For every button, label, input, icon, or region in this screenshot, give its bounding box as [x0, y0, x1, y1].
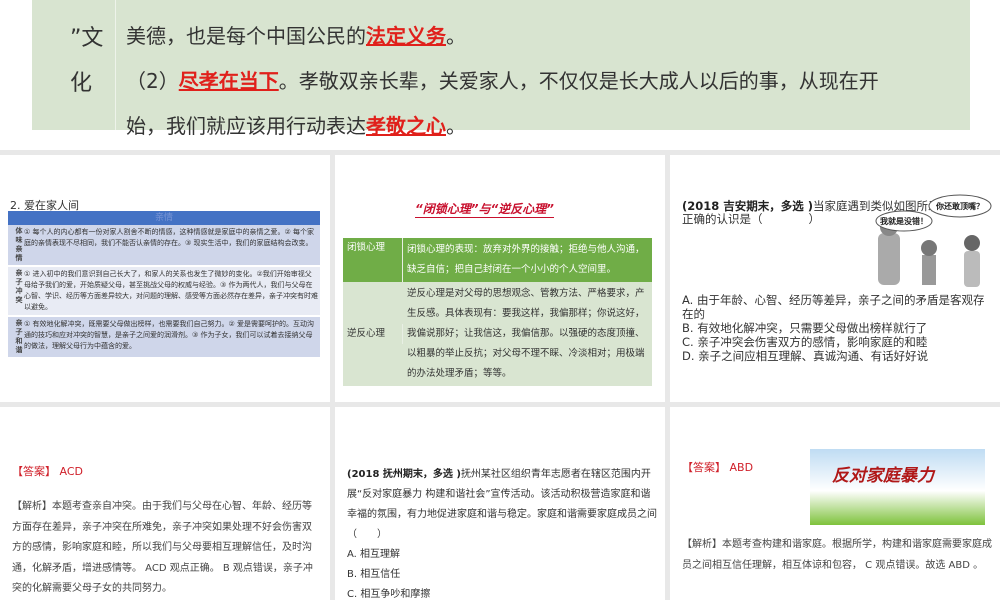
text-line: （2）尽孝在当下。孝敬双亲长辈，关爱家人，不仅仅是长大成人以后的事，从现在开 [126, 59, 970, 104]
table-header: 亲情 [8, 211, 320, 225]
slide-thumbnail-3[interactable]: “闭锁心理”与“逆反心理” 闭锁心理 闭锁心理的表现：放弃对外界的接触；拒绝与他人… [335, 155, 665, 402]
row-desc: 逆反心理是对父母的思想观念、管教方法、严格要求，产生反感。具体表现有：要我这样，… [407, 288, 645, 379]
question-source: (2018 吉安期末，多选 ) [682, 199, 814, 213]
row-key: 亲子和谐 [15, 319, 23, 355]
text: 美德，也是每个中国公民的 [126, 24, 366, 48]
mother-figure [964, 251, 980, 287]
option: D. 亲子之间应相互理解、真诚沟通、有话好好说 [682, 349, 929, 363]
row-name: 逆反心理 [343, 324, 403, 344]
table-row: 闭锁心理 闭锁心理的表现：放弃对外界的接触；拒绝与他人沟通，缺乏自信；把自己封闭在… [343, 238, 652, 282]
psychology-table: 闭锁心理 闭锁心理的表现：放弃对外界的接触；拒绝与他人沟通，缺乏自信；把自己封闭在… [343, 238, 652, 386]
answer-label: 【答案】 ACD [12, 465, 83, 478]
highlight: 尽孝在当下 [178, 69, 279, 93]
row-key: 亲子冲突 [15, 269, 23, 305]
question-source: (2018 抚州期末，多选 ) [347, 469, 461, 480]
table-row: 体味亲情 ① 每个人的内心都有一份对家人割舍不断的情感，这种情感就是家庭中的亲情之… [8, 225, 320, 267]
table-row: 亲子和谐 ① 有效地化解冲突，既需要父母做出榜样，也需要我们自己努力。② 爱是需要… [8, 317, 320, 359]
row-text: ① 每个人的内心都有一份对家人割舍不断的情感，这种情感就是家庭中的亲情之爱。② … [24, 228, 314, 247]
father-figure [878, 233, 900, 285]
text: 始，我们就应该用行动表达 [126, 114, 366, 138]
label-line: 化 [70, 71, 93, 96]
options-list: A. 由于年龄、心智、经历等差异，亲子之间的矛盾是客观存在的 B. 有效地化解冲… [682, 293, 992, 363]
highlight: 法定义务 [366, 24, 446, 48]
row-name: 闭锁心理 [343, 238, 403, 282]
option: A. 相互理解 [347, 549, 401, 560]
table-row: 亲子冲突 ① 进入初中的我们意识到自己长大了，和家人的关系也发生了微妙的变化。②我… [8, 267, 320, 317]
option: C. 相互争吵和摩擦 [347, 589, 431, 600]
row-key: 体味亲情 [15, 227, 23, 263]
mother-head [964, 235, 980, 251]
option: B. 有效地化解冲突，只需要父母做出榜样就行了 [682, 321, 928, 335]
row-desc: 闭锁心理的表现：放弃对外界的接触；拒绝与他人沟通，缺乏自信；把自己封闭在一个小小… [407, 244, 645, 275]
highlight: 孝敬之心 [366, 114, 446, 138]
speech-bubble-father: 你还敢顶嘴？ [935, 201, 984, 211]
table-label-cell: ”文化 [32, 0, 116, 130]
row-text: ① 有效地化解冲突，既需要父母做出榜样，也需要我们自己努力。② 爱是需要呵护的。… [24, 320, 314, 350]
label-line: ”文 [70, 26, 104, 51]
text: 。 [446, 24, 466, 48]
family-love-table: 亲情 体味亲情 ① 每个人的内心都有一份对家人割舍不断的情感，这种情感就是家庭中的… [8, 211, 320, 359]
slide-title: “闭锁心理”与“逆反心理” [415, 202, 554, 218]
slide-thumbnail-7[interactable]: 【答案】 ABD 反对家庭暴力 【解析】本题考查构建和谐家庭。根据所学，构建和谐… [670, 407, 1000, 600]
slide-thumbnail-5[interactable]: 【答案】 ACD 【解析】本题考查亲自冲突。由于我们与父母在心智、年龄、经历等方… [0, 407, 330, 600]
slide-thumbnail-2[interactable]: 2. 爱在家人间 亲情 体味亲情 ① 每个人的内心都有一份对家人割舍不断的情感，这… [0, 155, 330, 402]
table-content-cell: 美德，也是每个中国公民的法定义务。 （2）尽孝在当下。孝敬双亲长辈，关爱家人，不… [116, 0, 970, 138]
speech-bubble-child: 我就是没错！ [880, 216, 928, 226]
slide-thumbnail-6[interactable]: (2018 抚州期末，多选 )抚州某社区组织青年志愿者在辖区范围内开展“反对家庭… [335, 407, 665, 600]
anti-domestic-violence-banner-image: 反对家庭暴力 [810, 449, 985, 525]
content-table: ”文化 美德，也是每个中国公民的法定义务。 （2）尽孝在当下。孝敬双亲长辈，关爱… [32, 0, 970, 138]
option: C. 亲子冲突会伤害双方的感情，影响家庭的和睦 [682, 335, 928, 349]
question-stem: (2018 抚州期末，多选 )抚州某社区组织青年志愿者在辖区范围内开展“反对家庭… [347, 465, 657, 600]
banner-text: 反对家庭暴力 [832, 466, 934, 486]
slide-thumbnail-1[interactable]: ”文化 美德，也是每个中国公民的法定义务。 （2）尽孝在当下。孝敬双亲长辈，关爱… [0, 0, 1000, 150]
child-head [921, 240, 937, 256]
text-line: 始，我们就应该用行动表达孝敬之心。 [126, 104, 970, 149]
analysis-text: 【解析】本题考查亲自冲突。由于我们与父母在心智、年龄、经历等方面存在差异，亲子冲… [12, 501, 313, 594]
row-text: ① 进入初中的我们意识到自己长大了，和家人的关系也发生了微妙的变化。②我们开始审… [24, 270, 318, 311]
text-line: 美德，也是每个中国公民的法定义务。 [126, 14, 970, 59]
text: （2） [126, 69, 179, 93]
text: 。 [446, 114, 466, 138]
analysis-text: 【解析】本题考查构建和谐家庭。根据所学，构建和谐家庭需要家庭成员之间相互信任理解… [682, 539, 992, 571]
option: A. 由于年龄、心智、经历等差异，亲子之间的矛盾是客观存在的 [682, 293, 985, 321]
text: 。孝敬双亲长辈，关爱家人，不仅仅是长大成人以后的事，从现在开 [278, 69, 879, 93]
slide-thumbnail-4[interactable]: (2018 吉安期末，多选 )当家庭遇到类似如图所示情况时，正确的认识是（ ） … [670, 155, 1000, 402]
cartoon-image: 我就是没错！ 你还敢顶嘴？ [875, 194, 992, 287]
child-figure [922, 255, 936, 285]
answer-label: 【答案】 ABD [682, 461, 754, 474]
table-row: 逆反心理 逆反心理是对父母的思想观念、管教方法、严格要求，产生反感。具体表现有：要… [343, 282, 652, 386]
option: B. 相互信任 [347, 569, 401, 580]
